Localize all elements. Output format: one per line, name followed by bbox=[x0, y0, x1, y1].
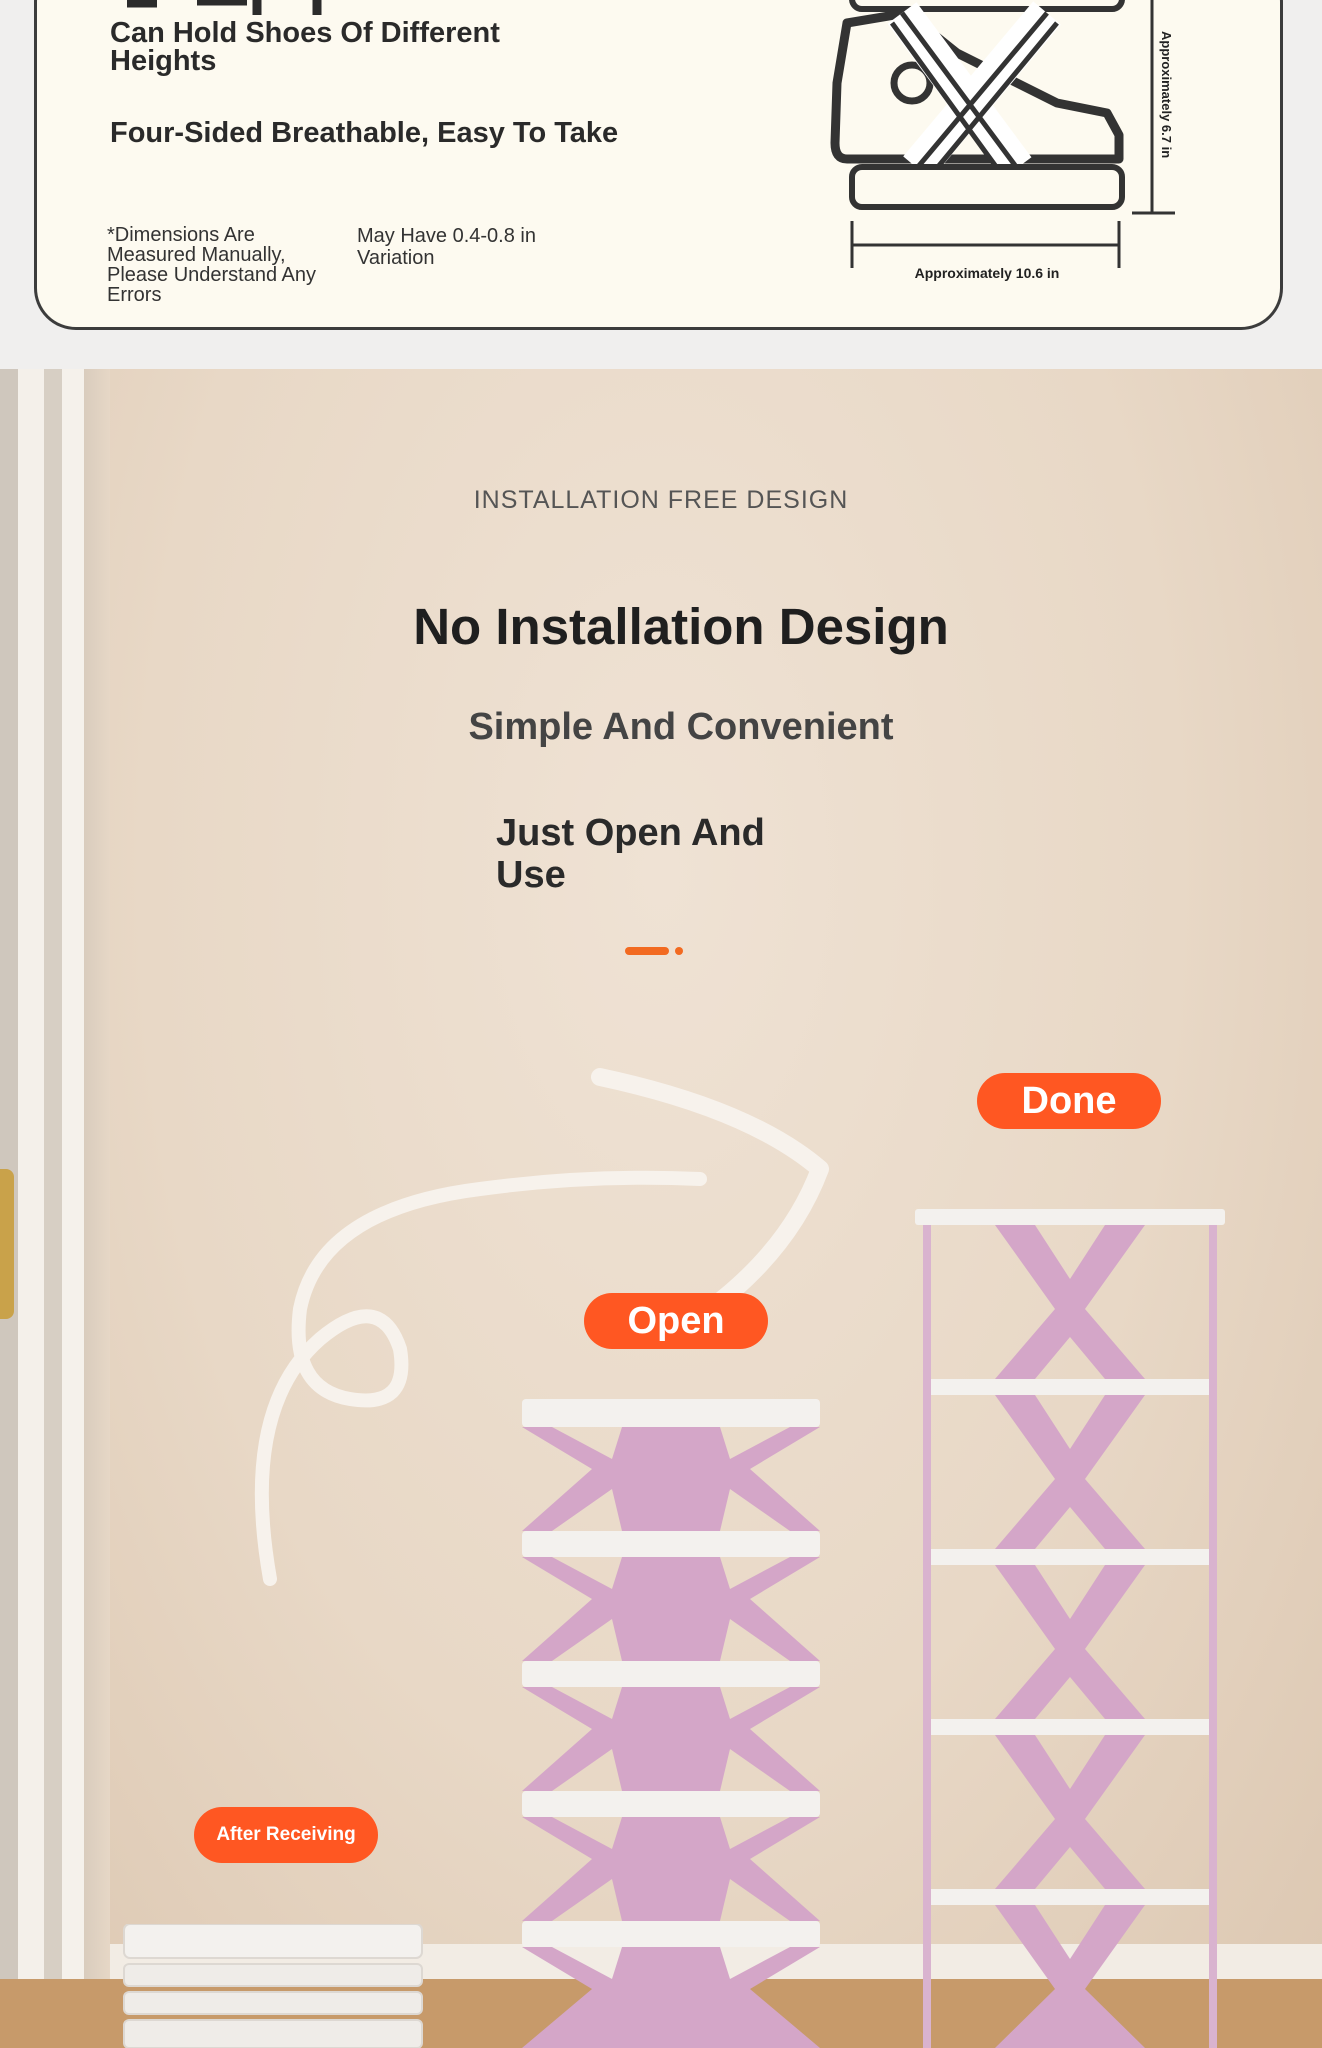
width-dimension-label: Approximately 10.6 in bbox=[914, 265, 1060, 281]
door-hinge bbox=[0, 1169, 14, 1319]
section-subtitle: Simple And Convenient bbox=[468, 706, 894, 748]
dimension-spec-card: Can Hold Shoes Of Different Heights Four… bbox=[34, 0, 1283, 330]
shoe-rack-opening bbox=[522, 1399, 820, 2048]
breathable-heading: Four-Sided Breathable, Easy To Take bbox=[110, 117, 619, 149]
section-tagline: Just Open And Use bbox=[496, 812, 765, 896]
step-done-badge: Done bbox=[977, 1073, 1161, 1129]
height-dimension-label: Approximately 6.7 in bbox=[1159, 31, 1174, 159]
installation-section: INSTALLATION FREE DESIGN No Installation… bbox=[0, 369, 1322, 2048]
shoes-height-heading: Can Hold Shoes Of Different Heights bbox=[110, 17, 500, 77]
shoe-rack-folded-stack bbox=[123, 1924, 423, 2048]
step-open-badge: Open bbox=[584, 1293, 768, 1349]
accent-divider bbox=[625, 942, 683, 960]
dimension-note: *Dimensions Are Measured Manually, Pleas… bbox=[107, 224, 317, 306]
variation-note: May Have 0.4-0.8 in Variation bbox=[357, 225, 536, 269]
section-eyebrow: INSTALLATION FREE DESIGN bbox=[473, 486, 849, 514]
section-title: No Installation Design bbox=[413, 598, 949, 655]
step-after-receiving-badge: After Receiving bbox=[194, 1807, 378, 1863]
shoe-rack-assembled bbox=[915, 1209, 1225, 2048]
